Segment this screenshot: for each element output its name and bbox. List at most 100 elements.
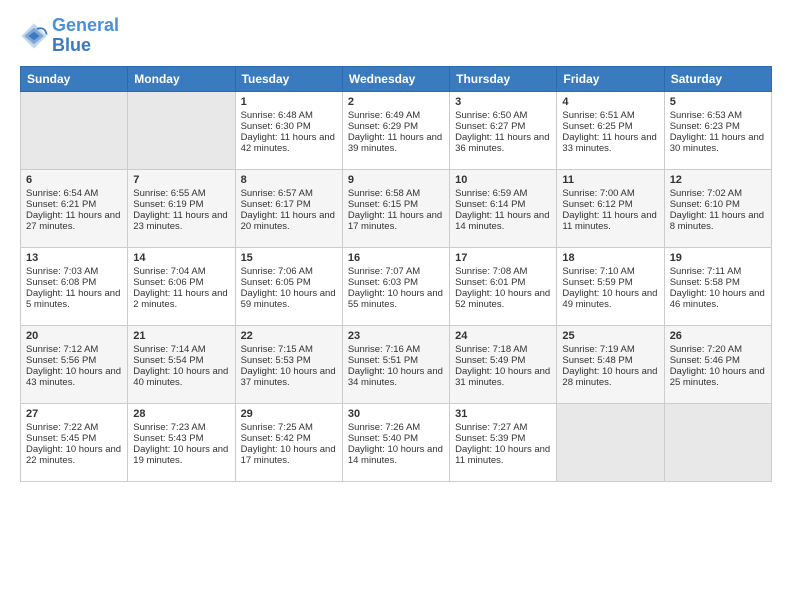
sunset-text: Sunset: 6:23 PM [670, 121, 766, 132]
daylight-text: Daylight: 10 hours and 31 minutes. [455, 366, 551, 388]
sunrise-text: Sunrise: 7:19 AM [562, 344, 658, 355]
day-cell: 26Sunrise: 7:20 AMSunset: 5:46 PMDayligh… [664, 325, 771, 403]
day-cell: 4Sunrise: 6:51 AMSunset: 6:25 PMDaylight… [557, 91, 664, 169]
day-header: Thursday [450, 66, 557, 91]
daylight-text: Daylight: 11 hours and 20 minutes. [241, 210, 337, 232]
sunset-text: Sunset: 6:01 PM [455, 277, 551, 288]
sunrise-text: Sunrise: 6:53 AM [670, 110, 766, 121]
week-row: 1Sunrise: 6:48 AMSunset: 6:30 PMDaylight… [21, 91, 772, 169]
day-cell: 28Sunrise: 7:23 AMSunset: 5:43 PMDayligh… [128, 403, 235, 481]
sunset-text: Sunset: 6:15 PM [348, 199, 444, 210]
daylight-text: Daylight: 11 hours and 39 minutes. [348, 132, 444, 154]
day-number: 21 [133, 330, 229, 342]
week-row: 27Sunrise: 7:22 AMSunset: 5:45 PMDayligh… [21, 403, 772, 481]
day-cell: 18 Sunrise: 7:10 AMSunset: 5:59 PMDayligh… [557, 247, 664, 325]
sunrise-text: Sunrise: 6:57 AM [241, 188, 337, 199]
sunset-text: Sunset: 5:49 PM [455, 355, 551, 366]
day-number: 19 [670, 252, 766, 264]
sunset-text: Sunset: 5:43 PM [133, 433, 229, 444]
daylight-text: Daylight: 10 hours and 22 minutes. [26, 444, 122, 466]
sunrise-text: Sunrise: 6:55 AM [133, 188, 229, 199]
calendar-table: SundayMondayTuesdayWednesdayThursdayFrid… [20, 66, 772, 482]
sunrise-text: Sunrise: 7:18 AM [455, 344, 551, 355]
day-number: 24 [455, 330, 551, 342]
day-cell: 27Sunrise: 7:22 AMSunset: 5:45 PMDayligh… [21, 403, 128, 481]
daylight-text: Daylight: 11 hours and 2 minutes. [133, 288, 229, 310]
day-cell: 19Sunrise: 7:11 AMSunset: 5:58 PMDayligh… [664, 247, 771, 325]
day-cell: 1Sunrise: 6:48 AMSunset: 6:30 PMDaylight… [235, 91, 342, 169]
day-cell: 29Sunrise: 7:25 AMSunset: 5:42 PMDayligh… [235, 403, 342, 481]
day-cell: 31Sunrise: 7:27 AMSunset: 5:39 PMDayligh… [450, 403, 557, 481]
sunrise-text: Sunrise: 7:02 AM [670, 188, 766, 199]
day-number: 25 [562, 330, 658, 342]
week-row: 20Sunrise: 7:12 AMSunset: 5:56 PMDayligh… [21, 325, 772, 403]
daylight-text: Daylight: 11 hours and 5 minutes. [26, 288, 122, 310]
logo-text: General Blue [52, 16, 119, 56]
day-cell: 14Sunrise: 7:04 AMSunset: 6:06 PMDayligh… [128, 247, 235, 325]
day-number: 29 [241, 408, 337, 420]
day-number: 7 [133, 174, 229, 186]
sunset-text: Sunset: 5:40 PM [348, 433, 444, 444]
sunset-text: Sunset: 5:59 PM [562, 277, 658, 288]
sunrise-text: Sunrise: 7:16 AM [348, 344, 444, 355]
sunrise-text: Sunrise: 7:12 AM [26, 344, 122, 355]
daylight-text: Daylight: 11 hours and 23 minutes. [133, 210, 229, 232]
daylight-text: Daylight: 10 hours and 55 minutes. [348, 288, 444, 310]
day-header: Saturday [664, 66, 771, 91]
day-cell [664, 403, 771, 481]
daylight-text: Daylight: 11 hours and 14 minutes. [455, 210, 551, 232]
day-cell: 11Sunrise: 7:00 AMSunset: 6:12 PMDayligh… [557, 169, 664, 247]
daylight-text: Daylight: 11 hours and 8 minutes. [670, 210, 766, 232]
sunrise-text: Sunrise: 6:48 AM [241, 110, 337, 121]
day-cell: 5Sunrise: 6:53 AMSunset: 6:23 PMDaylight… [664, 91, 771, 169]
sunset-text: Sunset: 6:14 PM [455, 199, 551, 210]
sunrise-text: Sunrise: 7:04 AM [133, 266, 229, 277]
sunset-text: Sunset: 6:10 PM [670, 199, 766, 210]
day-number: 13 [26, 252, 122, 264]
sunrise-text: Sunrise: 7:22 AM [26, 422, 122, 433]
daylight-text: Daylight: 10 hours and 14 minutes. [348, 444, 444, 466]
daylight-text: Daylight: 10 hours and 49 minutes. [562, 288, 658, 310]
sunrise-text: Sunrise: 7:23 AM [133, 422, 229, 433]
day-number: 15 [241, 252, 337, 264]
day-cell: 9Sunrise: 6:58 AMSunset: 6:15 PMDaylight… [342, 169, 449, 247]
sunrise-text: Sunrise: 6:49 AM [348, 110, 444, 121]
sunset-text: Sunset: 6:21 PM [26, 199, 122, 210]
day-cell: 22Sunrise: 7:15 AMSunset: 5:53 PMDayligh… [235, 325, 342, 403]
sunrise-text: Sunrise: 7:14 AM [133, 344, 229, 355]
sunrise-text: Sunrise: 7:10 AM [562, 266, 658, 277]
day-cell: 16Sunrise: 7:07 AMSunset: 6:03 PMDayligh… [342, 247, 449, 325]
sunset-text: Sunset: 6:27 PM [455, 121, 551, 132]
daylight-text: Daylight: 11 hours and 36 minutes. [455, 132, 551, 154]
sunset-text: Sunset: 6:08 PM [26, 277, 122, 288]
day-number: 22 [241, 330, 337, 342]
day-number: 11 [562, 174, 658, 186]
day-cell: 6Sunrise: 6:54 AMSunset: 6:21 PMDaylight… [21, 169, 128, 247]
daylight-text: Daylight: 10 hours and 25 minutes. [670, 366, 766, 388]
sunset-text: Sunset: 6:12 PM [562, 199, 658, 210]
sunset-text: Sunset: 5:54 PM [133, 355, 229, 366]
day-cell: 15Sunrise: 7:06 AMSunset: 6:05 PMDayligh… [235, 247, 342, 325]
day-header: Sunday [21, 66, 128, 91]
sunset-text: Sunset: 6:05 PM [241, 277, 337, 288]
week-row: 13Sunrise: 7:03 AMSunset: 6:08 PMDayligh… [21, 247, 772, 325]
daylight-text: Daylight: 11 hours and 11 minutes. [562, 210, 658, 232]
day-cell: 23Sunrise: 7:16 AMSunset: 5:51 PMDayligh… [342, 325, 449, 403]
day-cell: 24 Sunrise: 7:18 AMSunset: 5:49 PMDayligh… [450, 325, 557, 403]
day-number: 3 [455, 96, 551, 108]
day-cell: 17Sunrise: 7:08 AMSunset: 6:01 PMDayligh… [450, 247, 557, 325]
day-number: 28 [133, 408, 229, 420]
day-number: 20 [26, 330, 122, 342]
sunrise-text: Sunrise: 7:03 AM [26, 266, 122, 277]
daylight-text: Daylight: 10 hours and 52 minutes. [455, 288, 551, 310]
daylight-text: Daylight: 10 hours and 28 minutes. [562, 366, 658, 388]
day-cell: 21Sunrise: 7:14 AMSunset: 5:54 PMDayligh… [128, 325, 235, 403]
day-cell: 3Sunrise: 6:50 AMSunset: 6:27 PMDaylight… [450, 91, 557, 169]
day-number: 5 [670, 96, 766, 108]
sunrise-text: Sunrise: 7:15 AM [241, 344, 337, 355]
logo-icon [20, 22, 48, 50]
daylight-text: Daylight: 11 hours and 27 minutes. [26, 210, 122, 232]
sunrise-text: Sunrise: 7:08 AM [455, 266, 551, 277]
day-number: 18 [562, 252, 658, 264]
logo: General Blue [20, 16, 119, 56]
